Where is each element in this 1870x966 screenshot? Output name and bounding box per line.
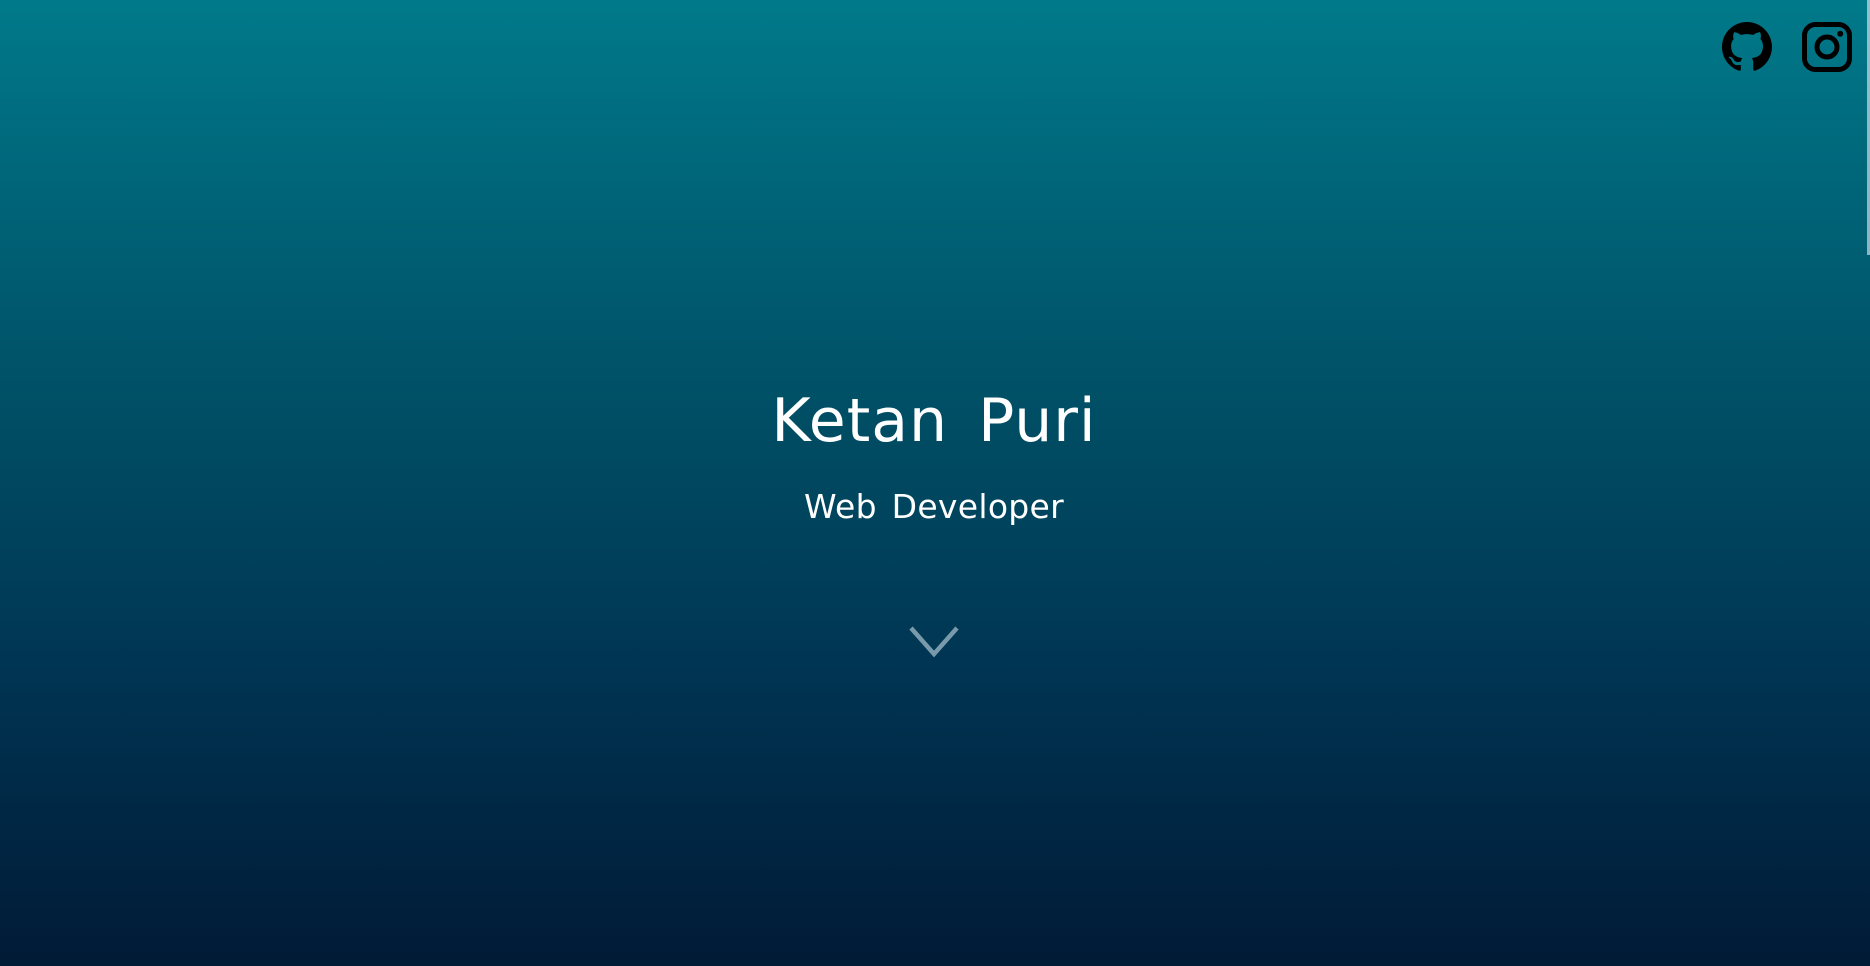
instagram-link[interactable] [1802,22,1852,72]
github-icon [1722,22,1772,71]
instagram-icon [1802,22,1852,72]
hero-role: Web Developer [803,487,1065,526]
github-link[interactable] [1722,22,1772,72]
hero-section: Ketan Puri Web Developer [0,0,1870,966]
scroll-down-button[interactable] [909,624,959,660]
chevron-down-icon [909,626,959,658]
social-links [1722,22,1852,72]
hero-name: Ketan Puri [771,386,1097,456]
hero-content: Ketan Puri Web Developer [0,383,1868,529]
